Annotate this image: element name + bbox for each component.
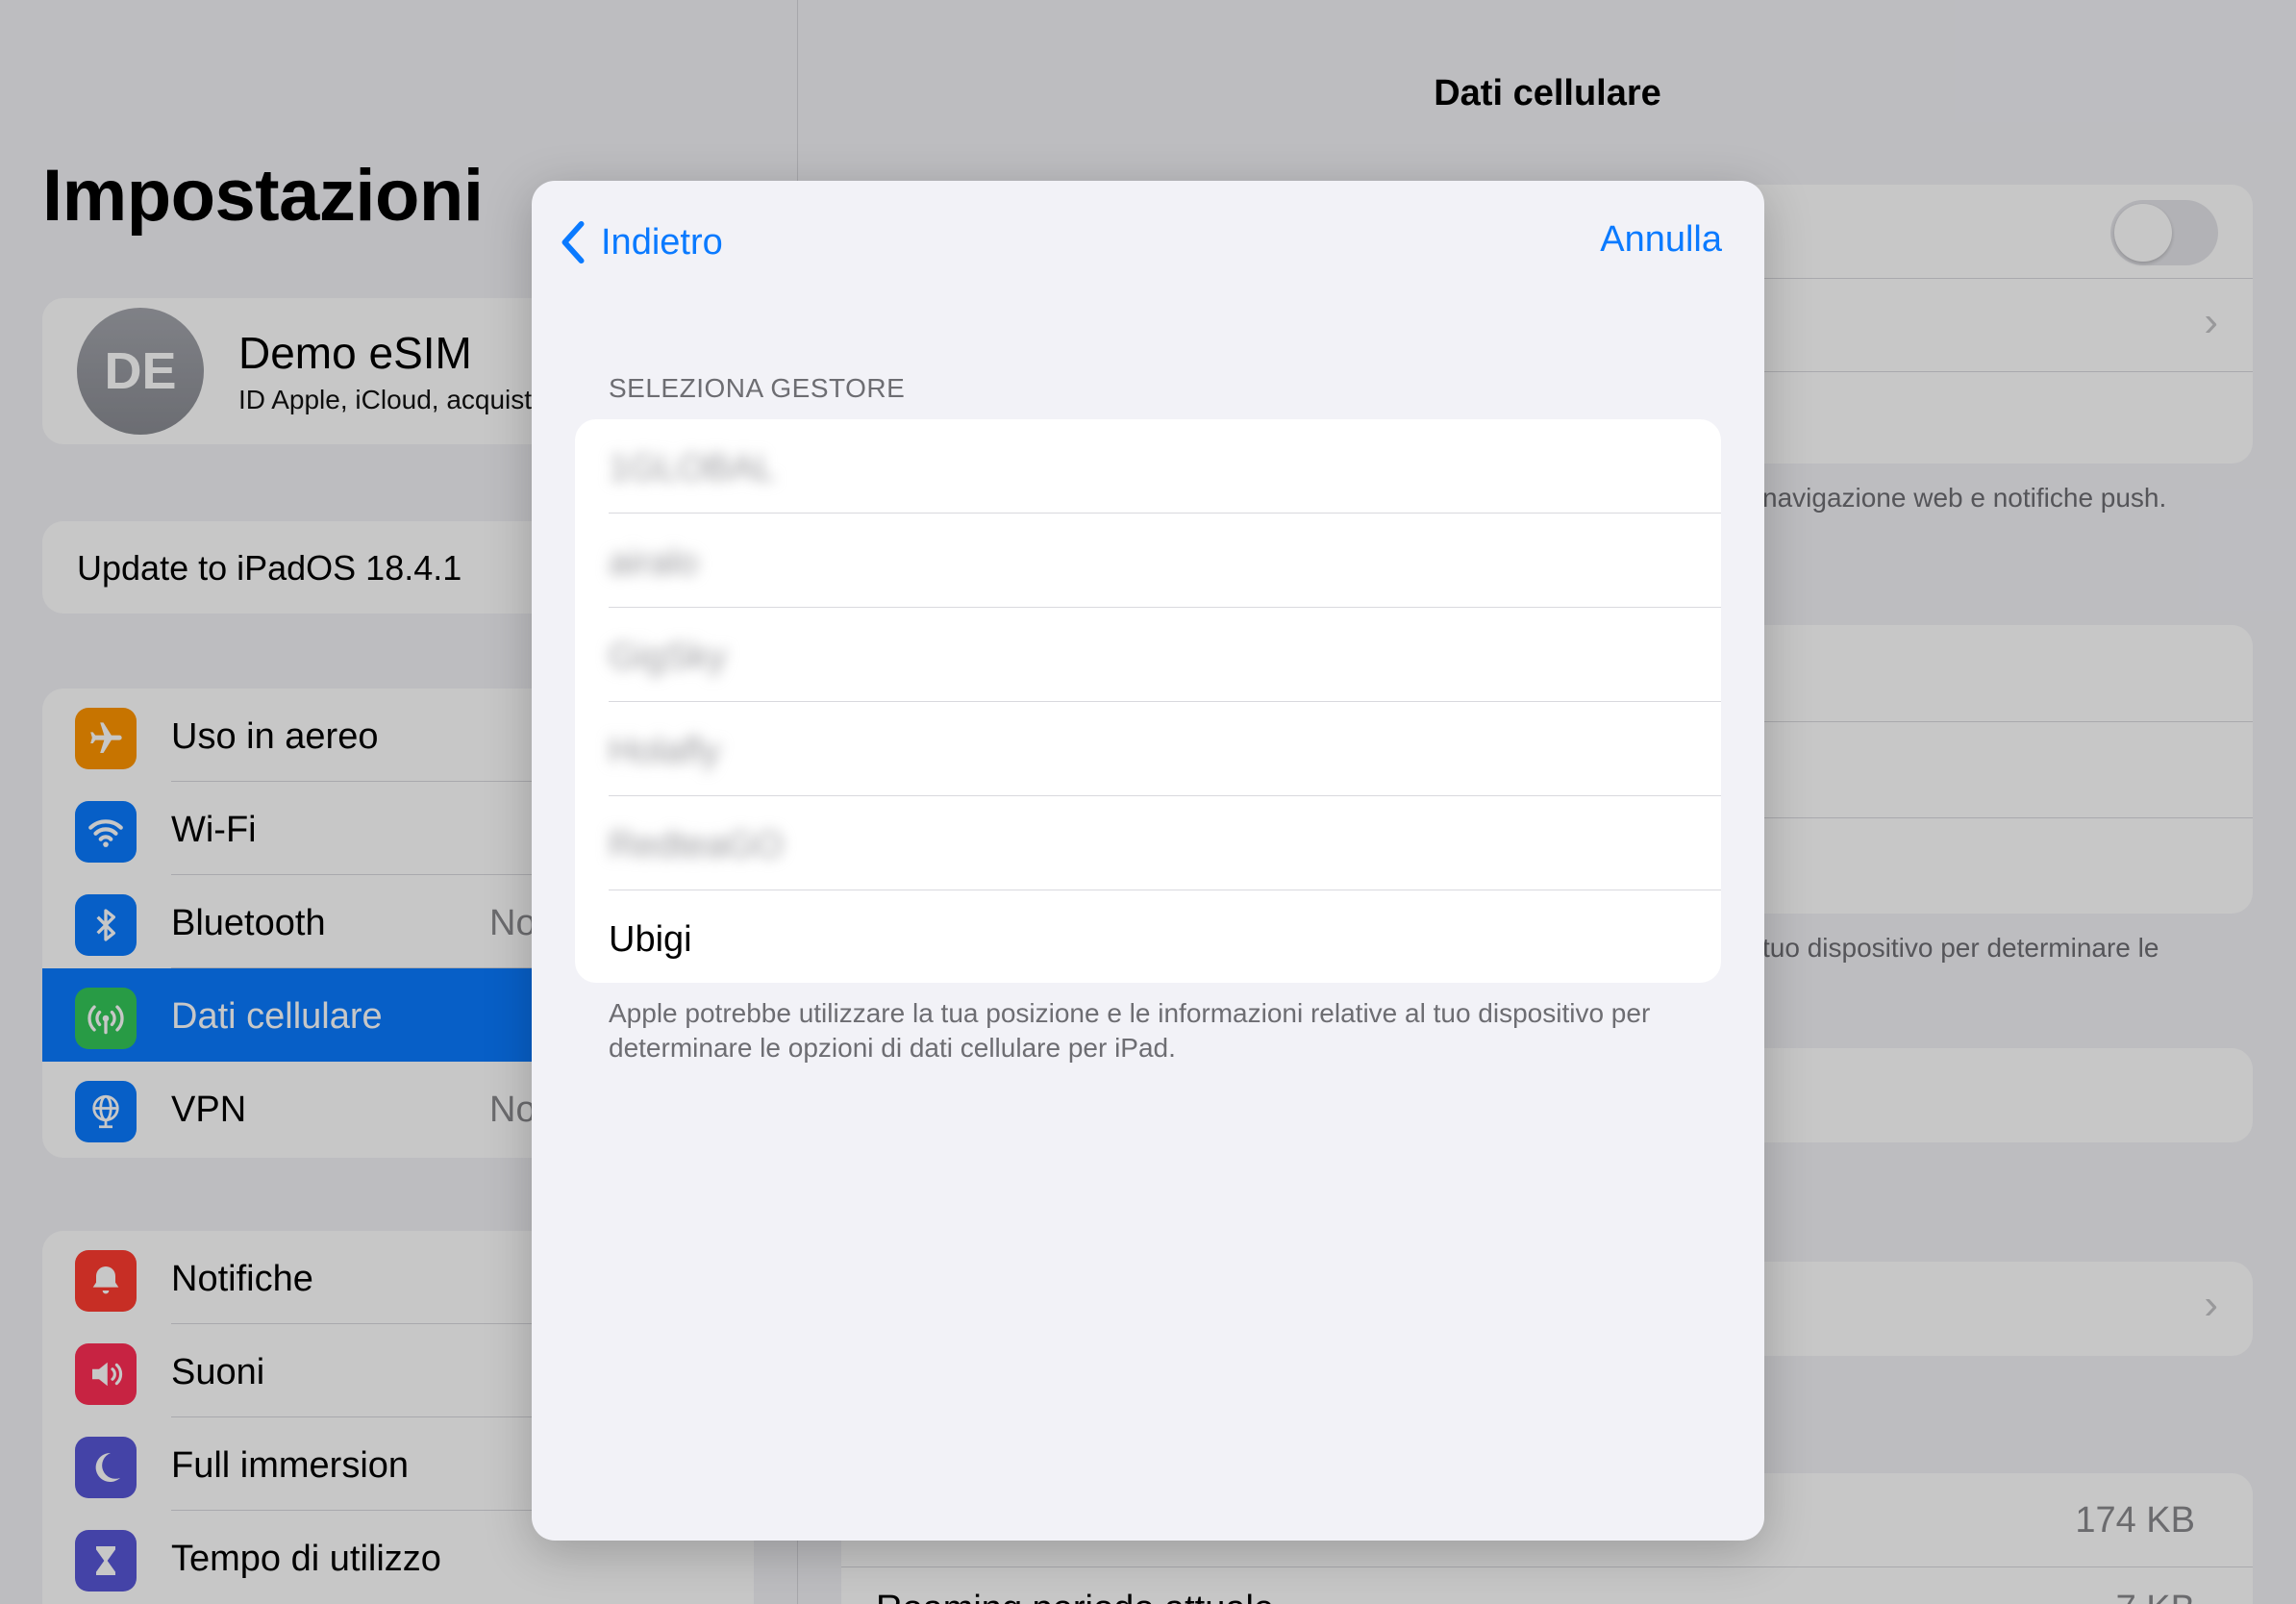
- carrier-name: Ubigi: [609, 919, 692, 960]
- carrier-name: 1GLOBAL: [609, 448, 776, 489]
- back-label: Indietro: [601, 221, 723, 263]
- footnote: Apple potrebbe utilizzare la tua posizio…: [609, 998, 1651, 1063]
- select-carrier-sheet: Indietro Annulla SELEZIONA GESTORE 1GLOB…: [532, 181, 1764, 1541]
- cancel-button[interactable]: Annulla: [1600, 219, 1722, 261]
- chevron-left-icon: [562, 220, 585, 264]
- carrier-item[interactable]: RedteaGO: [575, 796, 1721, 890]
- carrier-list: 1GLOBAL airalo GigSky Holafly RedteaGO U…: [575, 419, 1721, 983]
- carrier-item[interactable]: 1GLOBAL: [575, 419, 1721, 514]
- carrier-name: RedteaGO: [609, 825, 784, 865]
- carrier-item[interactable]: GigSky: [575, 608, 1721, 702]
- section-header: SELEZIONA GESTORE: [609, 373, 906, 403]
- carrier-name: Holafly: [609, 731, 721, 771]
- carrier-name: GigSky: [609, 637, 727, 677]
- carrier-item[interactable]: airalo: [575, 514, 1721, 608]
- back-button[interactable]: Indietro: [559, 215, 723, 269]
- carrier-item[interactable]: Holafly: [575, 702, 1721, 796]
- carrier-name: airalo: [609, 542, 698, 583]
- carrier-item-ubigi[interactable]: Ubigi: [575, 890, 1721, 983]
